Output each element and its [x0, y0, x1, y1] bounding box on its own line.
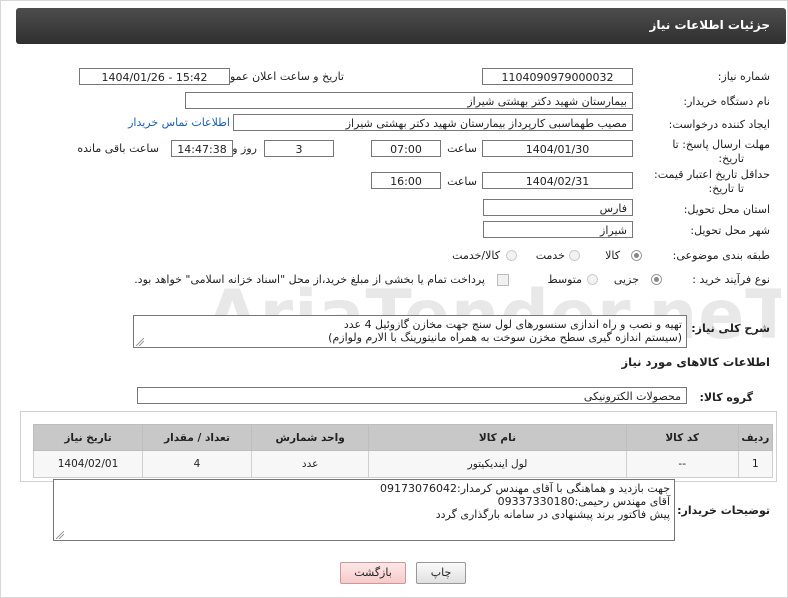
process-minor-radio[interactable] — [651, 274, 662, 285]
creator-field: مصیب طهماسبی کارپرداز بیمارستان شهید دکت… — [233, 114, 633, 131]
row-index-cell: 1 — [737, 450, 774, 478]
category-service-label: خدمت — [535, 249, 565, 262]
process-medium-radio[interactable] — [587, 274, 598, 285]
reply-deadline-label-1: مهلت ارسال پاسخ: تا — [672, 138, 770, 151]
process-minor-label: جزیی — [613, 273, 639, 286]
price-time-field: 16:00 — [371, 172, 441, 189]
buyer-contact-link[interactable]: اطلاعات تماس خریدار — [128, 116, 230, 129]
row-qty-cell: 4 — [142, 450, 252, 478]
payment-note: پرداخت تمام یا بخشی از مبلغ خرید،از محل … — [134, 273, 485, 286]
buyer-notes-line-1: جهت بازدید و هماهنگی با آقای مهندس کرمدا… — [380, 482, 670, 495]
need-number-field: 1104090979000032 — [482, 68, 633, 85]
description-line-1: تهیه و نصب و راه اندازی سنسورهای لول سنج… — [343, 318, 682, 331]
description-textarea[interactable]: تهیه و نصب و راه اندازی سنسورهای لول سنج… — [133, 315, 687, 348]
announce-field: 1404/01/26 - 15:42 — [79, 68, 230, 85]
announce-label: تاریخ و ساعت اعلان عمومی: — [211, 70, 344, 83]
row-code-cell: -- — [625, 450, 739, 478]
col-unit-header: واحد شمارش — [250, 424, 370, 451]
price-deadline-label-1: حداقل تاریخ اعتبار قیمت: — [654, 168, 770, 181]
goods-table: ردیف کد کالا نام کالا واحد شمارش تعداد /… — [32, 424, 774, 478]
buyer-org-field: بیمارستان شهید دکتر بهشتی شیراز — [185, 92, 633, 109]
city-field: شیراز — [483, 221, 633, 238]
goods-section-title: اطلاعات کالاهای مورد نیاز — [621, 355, 770, 369]
back-button[interactable]: بازگشت — [340, 562, 406, 584]
buyer-notes-label: توضیحات خریدار: — [677, 504, 770, 517]
price-time-label: ساعت — [447, 175, 477, 188]
category-service-radio[interactable] — [569, 250, 580, 261]
print-button[interactable]: چاپ — [416, 562, 466, 584]
buyer-notes-line-3: پیش فاکتور برند پیشنهادی در سامانه بارگذ… — [435, 508, 670, 521]
treasury-checkbox[interactable] — [497, 274, 509, 286]
row-unit-cell: عدد — [250, 450, 370, 478]
description-label: شرح کلی نیاز: — [691, 322, 770, 335]
resize-handle-icon[interactable] — [56, 531, 64, 539]
process-label: نوع فرآیند خرید : — [692, 273, 770, 286]
category-label: طبقه بندی موضوعی: — [672, 249, 770, 262]
goods-group-label: گروه کالا: — [699, 391, 753, 404]
days-label: روز و — [232, 142, 257, 155]
remaining-time-label: ساعت باقی مانده — [77, 142, 159, 155]
days-field: 3 — [264, 140, 334, 157]
category-goods-service-radio[interactable] — [506, 250, 517, 261]
reply-time-label: ساعت — [447, 142, 477, 155]
col-qty-header: تعداد / مقدار — [142, 424, 252, 451]
col-date-header: تاریخ نیاز — [32, 424, 144, 451]
resize-handle-icon[interactable] — [136, 338, 144, 346]
category-goods-label: کالا — [605, 249, 620, 262]
reply-date-field: 1404/01/30 — [482, 140, 633, 157]
goods-group-field: محصولات الکترونیکی — [137, 387, 687, 404]
need-number-label: شماره نیاز: — [717, 70, 770, 83]
price-deadline-label-2: تا تاریخ: — [708, 182, 744, 195]
row-name-cell: لول اینديکيتور — [368, 450, 627, 478]
description-line-2: (سیستم اندازه گیری سطح مخزن سوخت به همرا… — [328, 331, 682, 344]
category-goods-radio[interactable] — [631, 250, 642, 261]
table-row: 1 -- لول اینديکيتور عدد 4 1404/02/01 — [32, 450, 774, 478]
buyer-org-label: نام دستگاه خریدار: — [683, 95, 770, 108]
province-label: استان محل تحویل: — [683, 203, 770, 216]
city-label: شهر محل تحویل: — [690, 224, 770, 237]
row-date-cell: 1404/02/01 — [32, 450, 144, 478]
buyer-notes-line-2: آقای مهندس رحیمی:09337330180 — [497, 495, 670, 508]
reply-time-field: 07:00 — [371, 140, 441, 157]
col-index-header: ردیف — [737, 424, 774, 451]
reply-deadline-label-2: تاریخ: — [718, 152, 744, 165]
creator-label: ایجاد کننده درخواست: — [668, 118, 770, 131]
page-header: جزئیات اطلاعات نیاز — [16, 8, 786, 44]
buyer-notes-textarea[interactable]: جهت بازدید و هماهنگی با آقای مهندس کرمدا… — [53, 479, 675, 541]
col-name-header: نام کالا — [368, 424, 627, 451]
category-goods-service-label: کالا/خدمت — [452, 249, 500, 262]
province-field: فارس — [483, 199, 633, 216]
col-code-header: کد کالا — [625, 424, 739, 451]
price-date-field: 1404/02/31 — [482, 172, 633, 189]
process-medium-label: متوسط — [547, 273, 582, 286]
page-title: جزئیات اطلاعات نیاز — [649, 18, 770, 32]
remaining-time-field: 14:47:38 — [171, 140, 233, 157]
